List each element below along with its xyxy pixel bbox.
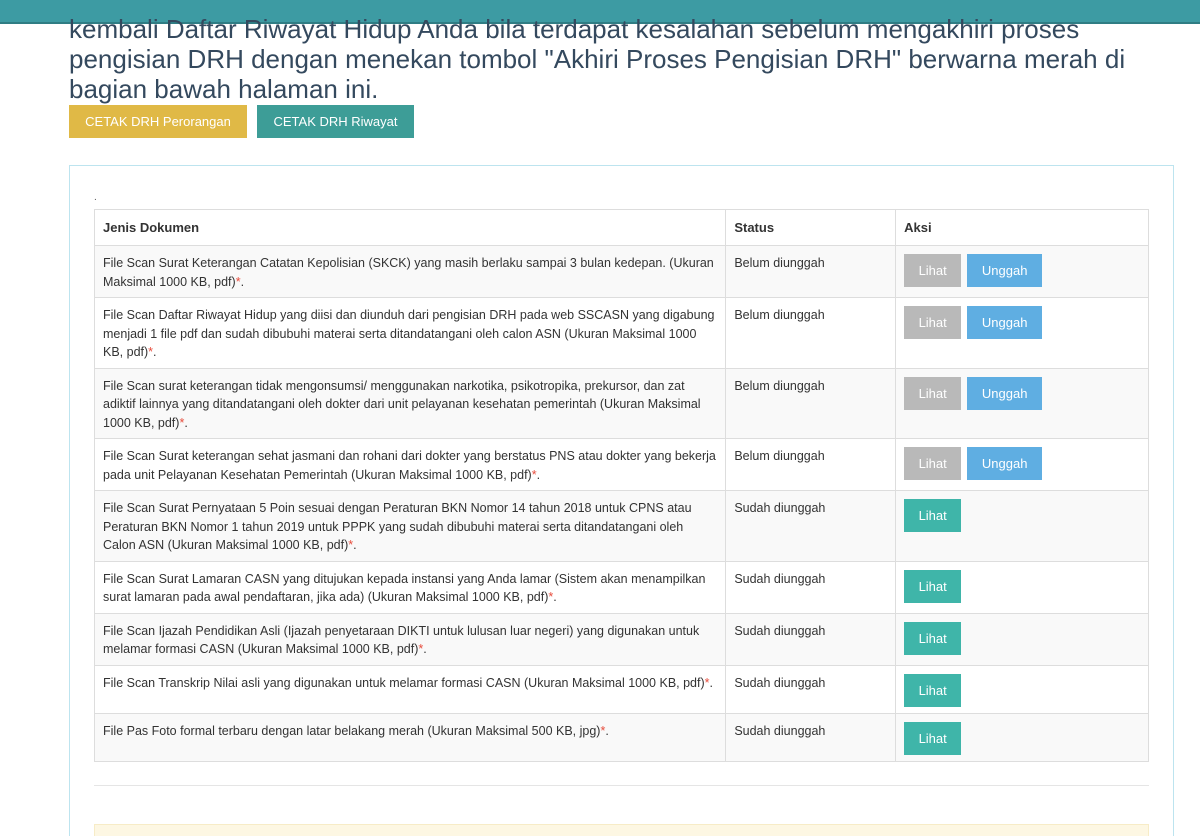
status-cell: Sudah diunggah <box>725 612 897 666</box>
header-status: Status <box>725 209 897 246</box>
intro-line-1: kembali Daftar Riwayat Hidup Anda bila t… <box>69 14 1080 44</box>
lihat-button[interactable]: Lihat <box>904 254 962 287</box>
lihat-button[interactable]: Lihat <box>904 721 962 755</box>
table-row: File Scan Surat Keterangan Catatan Kepol… <box>93 245 1149 298</box>
status-cell: Sudah diunggah <box>725 560 897 614</box>
status-cell: Belum diunggah <box>725 438 897 491</box>
required-mark: * <box>531 467 537 482</box>
document-cell: File Scan Surat Keterangan Catatan Kepol… <box>93 245 727 298</box>
aksi-cell: Lihat <box>895 612 1149 666</box>
document-cell: File Scan Ijazah Pendidikan Asli (Ijazah… <box>93 612 727 666</box>
status-cell: Belum diunggah <box>725 297 897 369</box>
document-description: File Scan Surat Pernyataan 5 Poin sesuai… <box>103 501 692 552</box>
cetak-drh-riwayat-button[interactable]: CETAK DRH Riwayat <box>257 105 414 138</box>
aksi-cell: Lihat <box>895 490 1149 562</box>
aksi-cell: Lihat Unggah <box>895 367 1149 439</box>
required-mark: * <box>600 723 606 738</box>
document-description: File Scan Surat Keterangan Catatan Kepol… <box>103 256 714 289</box>
aksi-cell: Lihat <box>895 560 1149 614</box>
table-row: File Scan Transkrip Nilai asli yang digu… <box>93 664 1149 714</box>
status-cell: Sudah diunggah <box>725 664 897 714</box>
required-mark: * <box>548 590 554 604</box>
lihat-button[interactable]: Lihat <box>904 376 962 410</box>
intro-line-2: pengisian DRH dengan menekan tombol "Akh… <box>69 44 1126 74</box>
status-cell: Belum diunggah <box>725 367 897 439</box>
panel-dot: . <box>94 192 97 203</box>
print-buttons: CETAK DRH Perorangan CETAK DRH Riwayat <box>69 105 414 138</box>
lihat-button[interactable]: Lihat <box>904 447 962 480</box>
aksi-cell: Lihat Unggah <box>895 297 1149 369</box>
document-description: File Scan Daftar Riwayat Hidup yang diis… <box>103 308 715 359</box>
table-row: File Scan Surat Pernyataan 5 Poin sesuai… <box>93 490 1149 562</box>
required-mark: * <box>179 415 185 430</box>
table-row: File Scan surat keterangan tidak mengons… <box>93 367 1149 439</box>
intro-instructions: kembali Daftar Riwayat Hidup Anda bila t… <box>69 14 1179 104</box>
notice-box <box>94 824 1149 836</box>
document-cell: File Scan Surat Pernyataan 5 Poin sesuai… <box>93 490 727 562</box>
required-mark: * <box>348 538 354 552</box>
document-cell: File Scan Transkrip Nilai asli yang digu… <box>93 664 727 714</box>
aksi-cell: Lihat <box>895 664 1149 714</box>
required-mark: * <box>235 274 241 289</box>
required-mark: * <box>148 345 154 359</box>
table-row: File Scan Surat keterangan sehat jasmani… <box>93 438 1149 491</box>
document-description: File Scan Surat Lamaran CASN yang dituju… <box>103 571 706 605</box>
document-description: File Scan Surat keterangan sehat jasmani… <box>103 449 716 482</box>
document-description: File Scan Ijazah Pendidikan Asli (Ijazah… <box>103 623 700 657</box>
unggah-button[interactable]: Unggah <box>967 447 1043 480</box>
table-row: File Scan Daftar Riwayat Hidup yang diis… <box>93 297 1149 369</box>
unggah-button[interactable]: Unggah <box>967 376 1043 410</box>
required-mark: * <box>418 642 424 656</box>
divider <box>94 785 1149 786</box>
table-header-row: Jenis Dokumen Status Aksi <box>93 209 1149 246</box>
lihat-button[interactable]: Lihat <box>904 569 962 603</box>
lihat-button[interactable]: Lihat <box>904 673 962 707</box>
document-description: File Pas Foto formal terbaru dengan lata… <box>103 723 601 738</box>
unggah-button[interactable]: Unggah <box>967 306 1043 339</box>
aksi-cell: Lihat Unggah <box>895 438 1149 491</box>
lihat-button[interactable]: Lihat <box>904 499 962 532</box>
document-description: File Scan surat keterangan tidak mengons… <box>103 378 701 430</box>
cetak-drh-perorangan-button[interactable]: CETAK DRH Perorangan <box>69 105 247 138</box>
header-aksi: Aksi <box>895 209 1149 246</box>
table-row: File Scan Ijazah Pendidikan Asli (Ijazah… <box>93 612 1149 666</box>
intro-line-3: bagian bawah halaman ini. <box>69 74 379 104</box>
aksi-cell: Lihat <box>895 712 1149 762</box>
status-cell: Belum diunggah <box>725 245 897 298</box>
required-mark: * <box>704 675 710 690</box>
document-cell: File Scan Daftar Riwayat Hidup yang diis… <box>93 297 727 369</box>
header-jenis-dokumen: Jenis Dokumen <box>93 209 727 246</box>
table-row: File Scan Surat Lamaran CASN yang dituju… <box>93 560 1149 614</box>
table-row: File Pas Foto formal terbaru dengan lata… <box>93 712 1149 762</box>
document-cell: File Scan Surat keterangan sehat jasmani… <box>93 438 727 491</box>
status-cell: Sudah diunggah <box>725 490 897 562</box>
documents-table: Jenis Dokumen Status Aksi File Scan Sura… <box>93 209 1149 762</box>
document-cell: File Pas Foto formal terbaru dengan lata… <box>93 712 727 762</box>
aksi-cell: Lihat Unggah <box>895 245 1149 298</box>
document-description: File Scan Transkrip Nilai asli yang digu… <box>103 675 705 690</box>
lihat-button[interactable]: Lihat <box>904 621 962 655</box>
lihat-button[interactable]: Lihat <box>904 306 962 339</box>
unggah-button[interactable]: Unggah <box>967 254 1043 287</box>
status-cell: Sudah diunggah <box>725 712 897 762</box>
document-cell: File Scan Surat Lamaran CASN yang dituju… <box>93 560 727 614</box>
document-cell: File Scan surat keterangan tidak mengons… <box>93 367 727 439</box>
